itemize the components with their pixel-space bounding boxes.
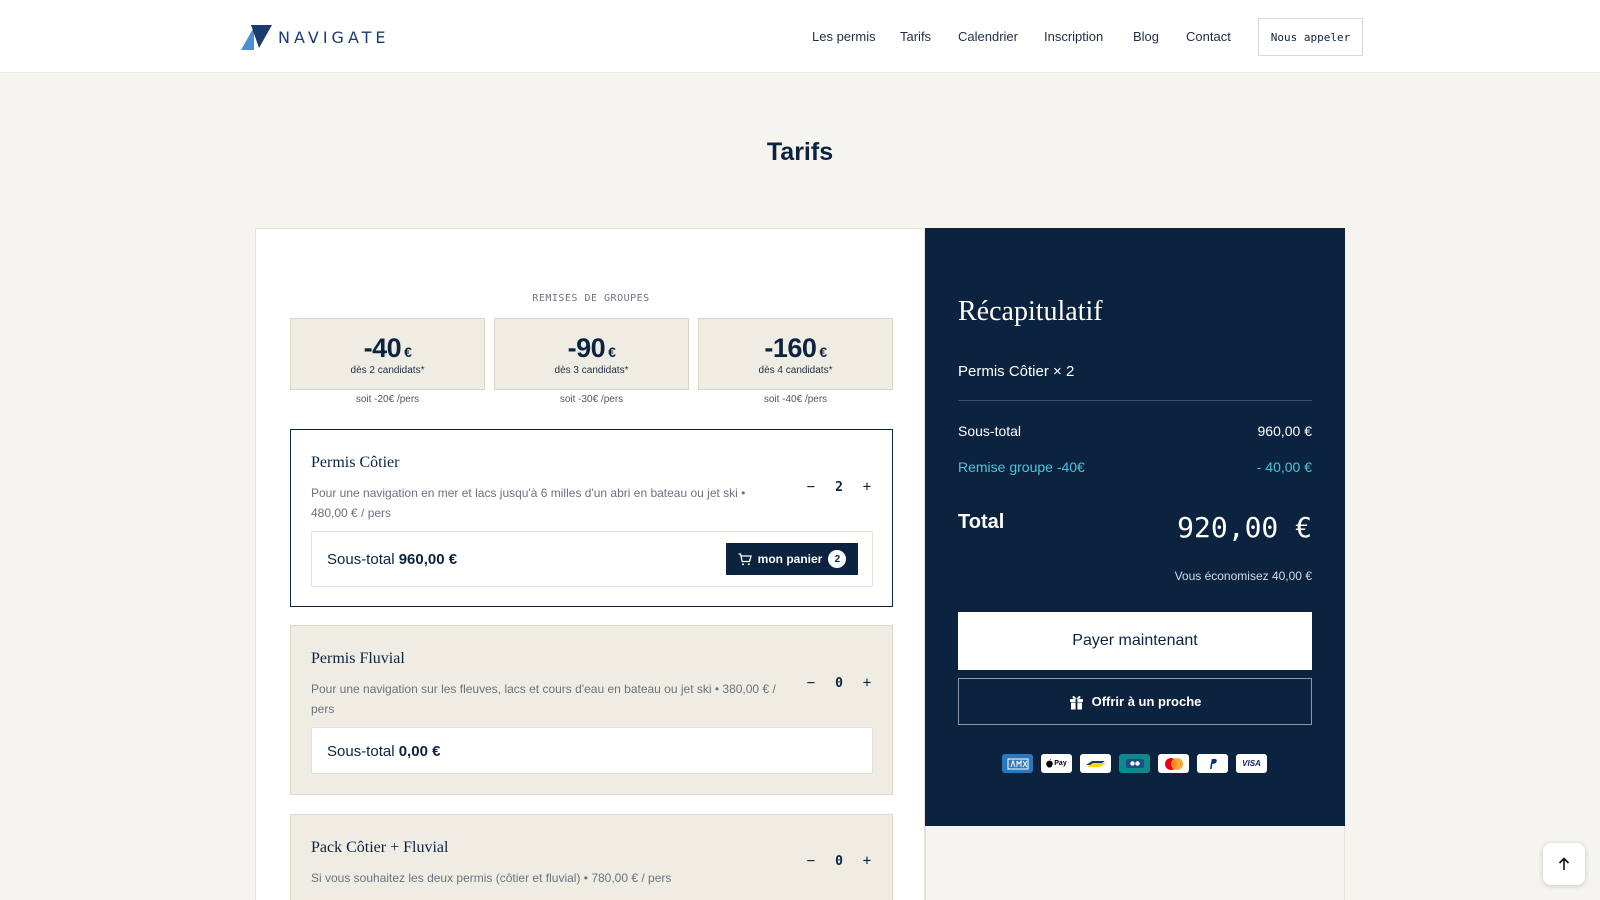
summary-title: Récapitulatif [958,296,1103,327]
call-button[interactable]: Nous appeler [1258,18,1363,56]
pricing-card: REMISES DE GROUPES -40 € dès 2 candidats*… [255,228,925,900]
pay-now-button[interactable]: Payer maintenant [958,612,1312,670]
subtotal-box: Sous-total 960,00 € mon panier 2 [311,531,873,587]
subtotal-label: Sous-total [327,551,395,568]
increase-button[interactable]: + [860,479,874,495]
product-name: Permis Fluvial [311,650,405,667]
product-name: Pack Côtier + Fluvial [311,839,449,856]
discount-tier: -90 € dès 3 candidats* [494,318,689,390]
apple-pay-icon: Pay [1041,754,1072,773]
page-title: Tarifs [766,138,834,166]
discount-condition: dès 3 candidats* [554,365,629,376]
savings-text: Vous économisez 40,00 € [1174,569,1312,583]
discount-currency: € [608,344,616,360]
subtotal-box: Sous-total 0,00 € [311,727,873,774]
increase-button[interactable]: + [860,853,874,869]
discount-condition: dès 4 candidats* [758,365,833,376]
cart-count-badge: 2 [828,550,847,568]
discount-condition: dès 2 candidats* [350,365,425,376]
product-description: Si vous souhaitez les deux permis (côtie… [311,871,672,885]
discount-per-person: soit -40€ /pers [763,394,828,405]
discount-currency: € [819,344,827,360]
product-pack-cotier-fluvial[interactable]: Pack Côtier + Fluvial Si vous souhaitez … [290,814,893,900]
group-discounts-title: REMISES DE GROUPES [532,293,650,304]
subtotal-value: 960,00 € [1257,423,1313,439]
gift-label: Offrir à un proche [1091,694,1202,709]
quantity-value: 0 [835,853,843,869]
amex-icon [1002,754,1033,773]
discount-per-person: soit -20€ /pers [355,394,420,405]
logo[interactable]: NAVIGATE [241,24,390,50]
bancontact-icon [1080,754,1111,773]
subtotal-row: Sous-total 960,00 € [958,423,1312,439]
subtotal-value: 0,00 € [398,743,441,760]
total-label: Total [958,511,1005,533]
nav-blog[interactable]: Blog [1133,29,1159,44]
product-name: Permis Côtier [311,454,400,471]
nav-tarifs[interactable]: Tarifs [900,29,931,44]
cart-icon [738,552,752,566]
scroll-to-top-button[interactable] [1543,843,1585,885]
gift-icon [1069,694,1084,710]
paypal-icon [1197,754,1228,773]
increase-button[interactable]: + [860,675,874,691]
discount-tier: -160 € dès 4 candidats* [698,318,893,390]
quantity-stepper: − 2 + [804,479,874,495]
discount-tier: -40 € dès 2 candidats* [290,318,485,390]
product-description: Pour une navigation sur les fleuves, lac… [311,682,776,716]
decrease-button[interactable]: − [804,675,818,691]
summary-item: Permis Côtier × 2 [958,363,1075,380]
nav-contact[interactable]: Contact [1186,29,1231,44]
payment-methods: Pay VISA [1002,754,1267,773]
product-description: Pour une navigation en mer et lacs jusqu… [311,486,746,520]
quantity-stepper: − 0 + [804,675,874,691]
quantity-value: 0 [835,675,843,691]
subtotal-label: Sous-total [327,743,395,760]
group-discount-row: Remise groupe -40€ - 40,00 € [958,459,1312,475]
subtotal-label: Sous-total [958,423,1022,439]
decrease-button[interactable]: − [804,479,818,495]
quantity-value: 2 [835,479,843,495]
cart-button[interactable]: mon panier 2 [726,543,858,575]
arrow-up-icon [1558,857,1570,870]
decrease-button[interactable]: − [804,853,818,869]
nav-inscription[interactable]: Inscription [1044,29,1103,44]
discount-label: Remise groupe -40€ [958,459,1085,475]
logo-text: NAVIGATE [278,27,390,47]
discount-per-person: soit -30€ /pers [559,394,624,405]
discount-value: - 40,00 € [1256,459,1312,475]
product-permis-cotier[interactable]: Permis Côtier Pour une navigation en mer… [290,429,893,607]
discount-amount: -160 [764,333,817,363]
gift-button[interactable]: Offrir à un proche [958,678,1312,725]
visa-icon: VISA [1236,754,1267,773]
cb-icon [1119,754,1150,773]
product-permis-fluvial[interactable]: Permis Fluvial Pour une navigation sur l… [290,625,893,795]
total-value: 920,00 € [1177,511,1312,544]
site-header: NAVIGATE Les permis Tarifs Calendrier In… [0,0,1600,73]
summary-divider [958,400,1312,401]
discount-amount: -90 [567,333,606,363]
cart-label: mon panier [757,552,823,566]
discount-currency: € [404,344,412,360]
nav-calendrier[interactable]: Calendrier [958,29,1018,44]
apple-pay-text: Pay [1054,760,1067,767]
mastercard-icon [1158,754,1189,773]
discount-amount: -40 [363,333,402,363]
quantity-stepper: − 0 + [804,853,874,869]
logo-sail-icon [241,25,272,50]
subtotal-value: 960,00 € [398,551,458,568]
order-summary: Récapitulatif Permis Côtier × 2 Sous-tot… [925,228,1345,826]
summary-panel-spacer [925,826,1345,900]
nav-les-permis[interactable]: Les permis [812,29,876,44]
